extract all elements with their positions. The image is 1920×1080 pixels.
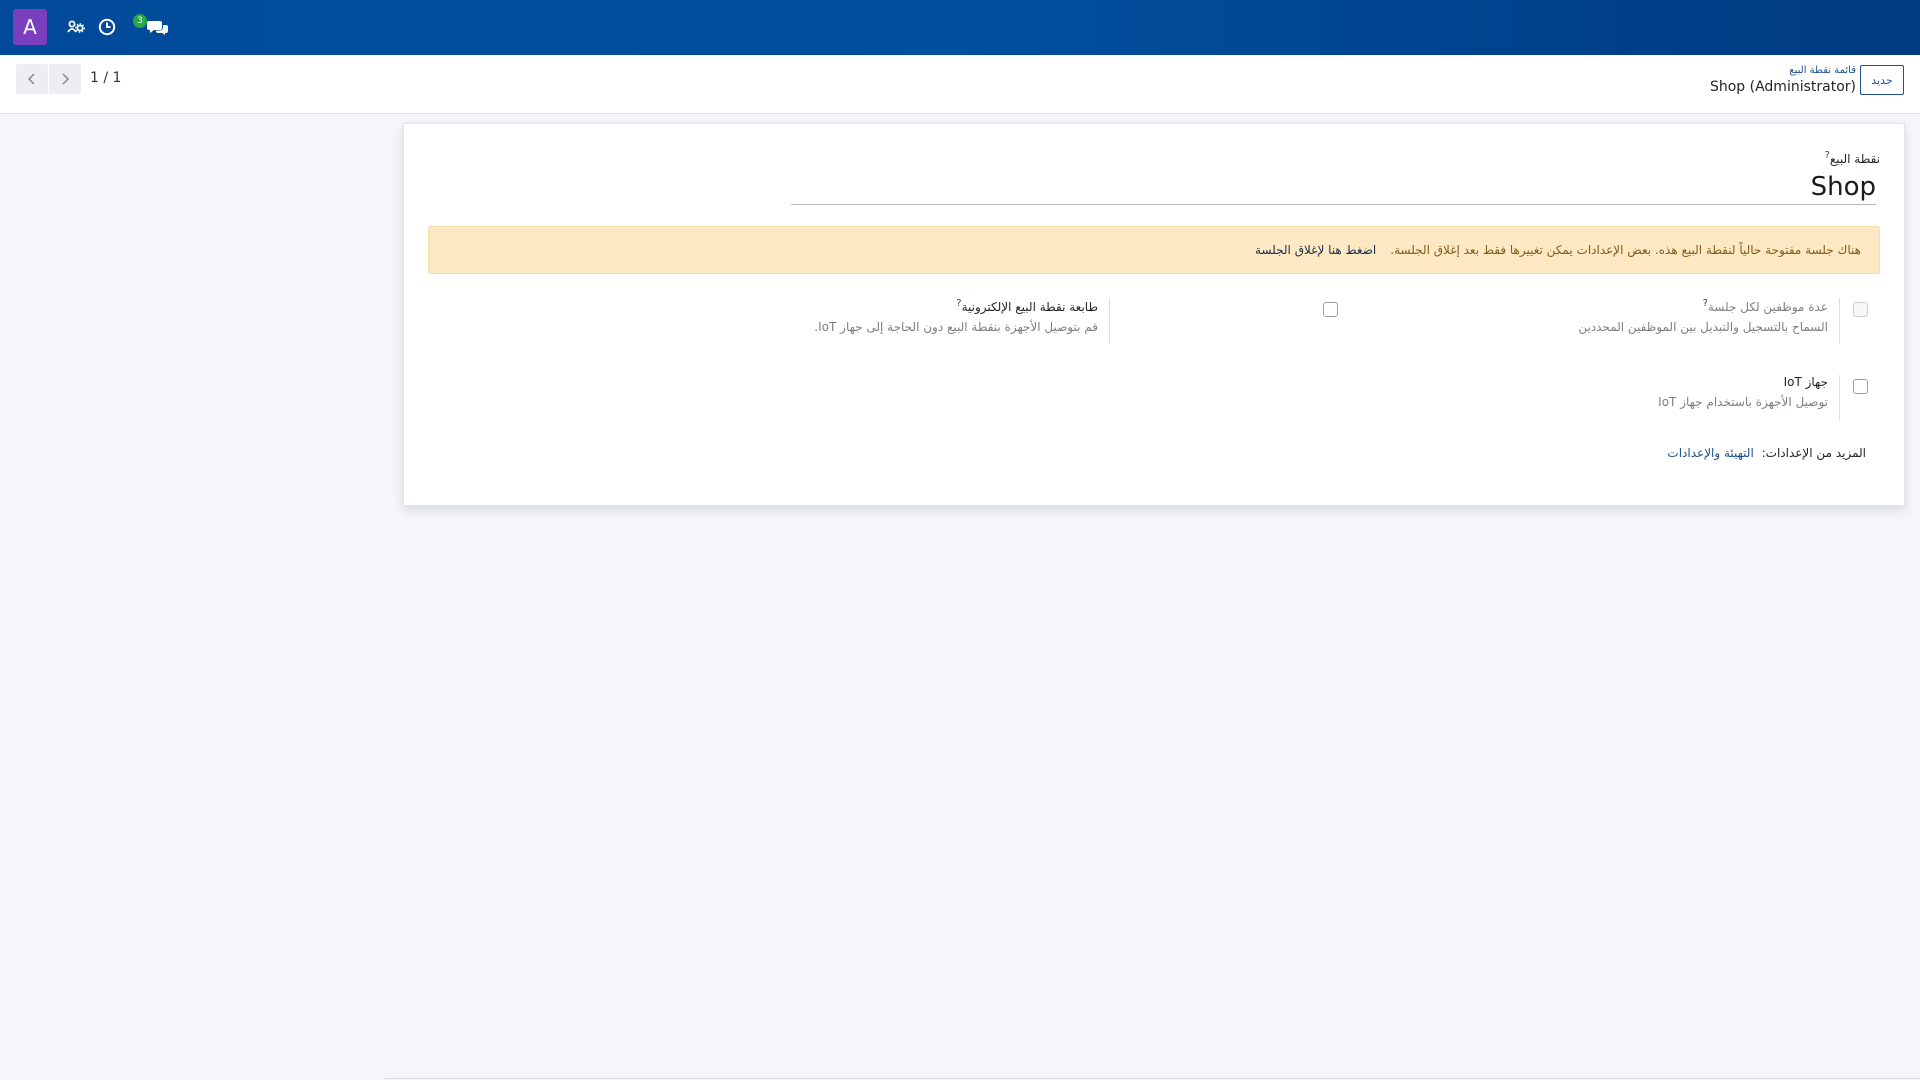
pager-value[interactable]: 1 / 1 bbox=[90, 70, 121, 86]
setting-title: عدة موظفين لكل جلسة? bbox=[1268, 298, 1828, 314]
chevron-left-icon bbox=[27, 73, 35, 85]
form-sheet: نقطة البيع? Shop هناك جلسة مفتوحة حالياً… bbox=[403, 123, 1905, 506]
setting-iot-box: جهاز IoT توصيل الأجهزة باستخدام جهاز IoT bbox=[1268, 375, 1840, 421]
chat-badge: 3 bbox=[133, 14, 147, 28]
breadcrumb-current-record: Shop (Administrator) bbox=[1709, 79, 1856, 95]
configuration-settings-link[interactable]: التهيئة والإعدادات bbox=[1667, 446, 1753, 460]
pos-name-value: Shop bbox=[1810, 172, 1876, 202]
setting-title-text: عدة موظفين لكل جلسة bbox=[1707, 300, 1828, 314]
setting-separator bbox=[1839, 375, 1840, 421]
setting-epos-printer: طابعة نقطة البيع الإلكترونية? قم بتوصيل … bbox=[538, 298, 1110, 344]
setting-title: جهاز IoT bbox=[1783, 375, 1828, 389]
more-settings: المزيد من الإعدادات: التهيئة والإعدادات bbox=[1667, 446, 1866, 460]
setting-multi-employee: عدة موظفين لكل جلسة? السماح بالتسجيل وال… bbox=[1268, 298, 1840, 344]
pos-name-input[interactable]: Shop bbox=[791, 170, 1876, 205]
epos-printer-checkbox[interactable] bbox=[1323, 302, 1338, 317]
multi-employee-checkbox[interactable] bbox=[1853, 302, 1868, 317]
pos-name-label-text: نقطة البيع bbox=[1829, 152, 1880, 166]
setting-title-text: طابعة نقطة البيع الإلكترونية bbox=[961, 300, 1098, 314]
pos-name-label: نقطة البيع? bbox=[1821, 150, 1880, 166]
chevron-right-icon bbox=[62, 73, 70, 85]
setting-title: طابعة نقطة البيع الإلكترونية? bbox=[538, 298, 1098, 314]
top-navbar: A 3 bbox=[0, 0, 1920, 55]
user-avatar[interactable]: A bbox=[13, 9, 47, 45]
users-gear-icon[interactable] bbox=[65, 16, 87, 38]
new-button[interactable]: جديد bbox=[1860, 65, 1904, 95]
setting-description: توصيل الأجهزة باستخدام جهاز IoT bbox=[1658, 395, 1828, 409]
open-session-alert: هناك جلسة مفتوحة حالياً لنقطة البيع هذه.… bbox=[428, 226, 1880, 274]
control-panel: 1 / 1 قائمة نقطة البيع Shop (Administrat… bbox=[0, 55, 1920, 114]
close-session-link[interactable]: اضغط هنا لإغلاق الجلسة bbox=[1255, 243, 1376, 257]
setting-description: قم بتوصيل الأجهزة بنقطة البيع دون الحاجة… bbox=[814, 320, 1098, 334]
breadcrumb-pos-list[interactable]: قائمة نقطة البيع bbox=[1789, 65, 1856, 76]
more-settings-label: المزيد من الإعدادات: bbox=[1761, 446, 1866, 460]
pager-previous-button[interactable] bbox=[16, 64, 48, 94]
chat-icon[interactable] bbox=[146, 16, 170, 38]
setting-separator bbox=[1109, 298, 1110, 344]
bottom-divider bbox=[385, 1078, 1920, 1079]
alert-text: هناك جلسة مفتوحة حالياً لنقطة البيع هذه.… bbox=[1390, 243, 1861, 257]
setting-description: السماح بالتسجيل والتبديل بين الموظفين ال… bbox=[1578, 320, 1828, 334]
iot-box-checkbox[interactable] bbox=[1853, 379, 1868, 394]
clock-icon[interactable] bbox=[96, 16, 118, 38]
pager-next-button[interactable] bbox=[49, 64, 81, 94]
setting-separator bbox=[1839, 298, 1840, 344]
